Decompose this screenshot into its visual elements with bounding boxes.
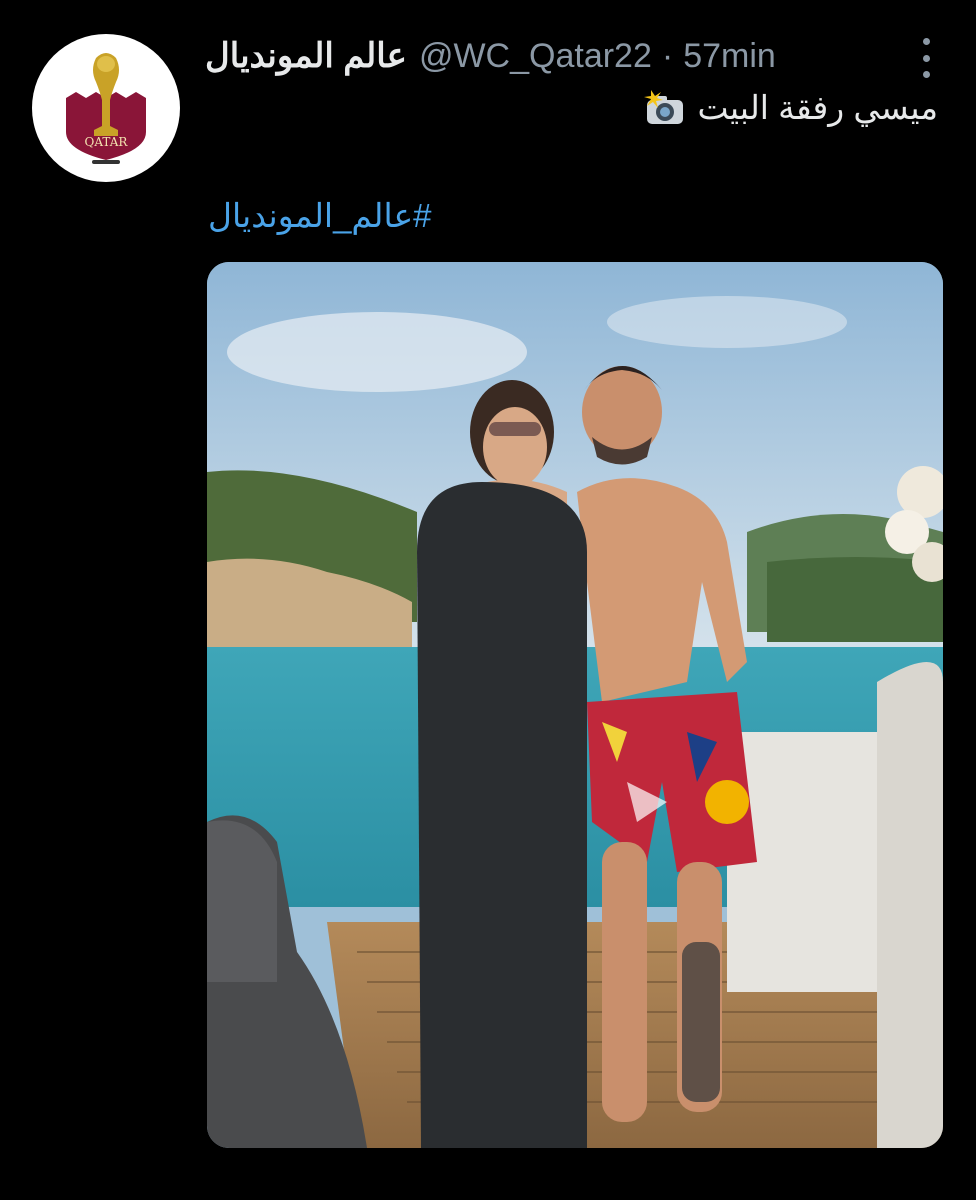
- timestamp[interactable]: 57min: [683, 34, 776, 78]
- photo-image: [207, 262, 943, 1148]
- display-name[interactable]: عالم المونديال: [205, 34, 407, 78]
- user-handle[interactable]: @WC_Qatar22: [419, 34, 652, 78]
- logo-text: QATAR: [85, 135, 129, 149]
- separator: ·: [661, 37, 674, 75]
- tweet-photo[interactable]: [207, 262, 943, 1148]
- tweet-header: عالم المونديال @WC_Qatar22 · 57min: [205, 34, 906, 78]
- hashtag-link[interactable]: #عالم_المونديال: [208, 194, 432, 238]
- world-cup-trophy-logo-icon: QATAR: [66, 53, 146, 164]
- camera-flash-icon: [644, 90, 684, 124]
- tweet-text: ميسي رفقة البيت: [643, 86, 938, 130]
- tweet-body: ميسي رفقة البيت: [697, 89, 938, 126]
- more-options-icon[interactable]: [916, 36, 936, 80]
- avatar[interactable]: QATAR: [32, 34, 180, 182]
